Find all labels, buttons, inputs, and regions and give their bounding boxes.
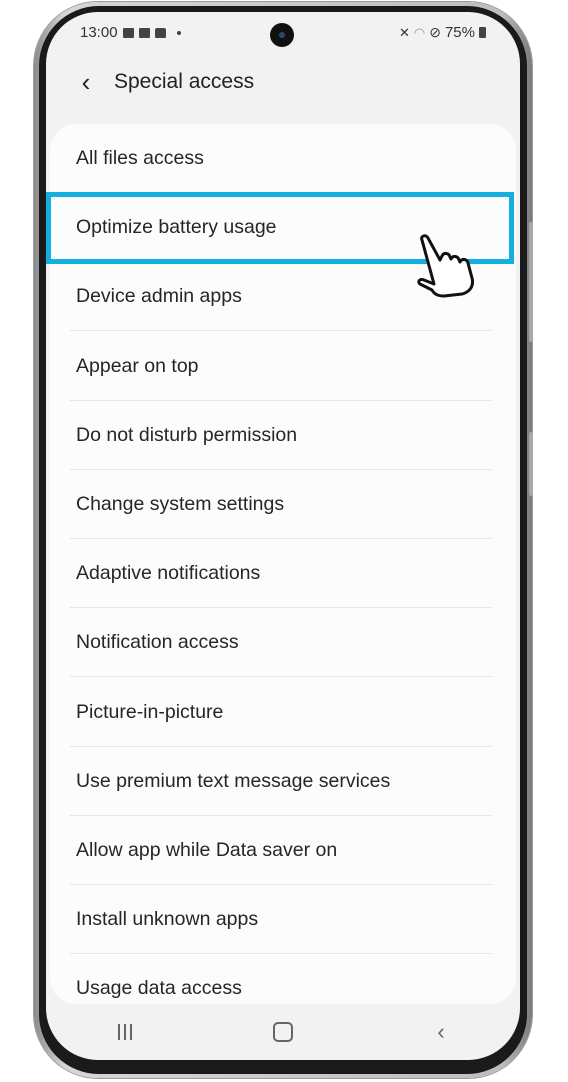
list-item-label: Change system settings [76, 493, 285, 515]
list-item[interactable]: All files access [50, 124, 516, 193]
list-item-label: Adaptive notifications [76, 562, 261, 585]
list-item[interactable]: Adaptive notifications [50, 539, 516, 609]
list-item[interactable]: Do not disturb permission [50, 401, 516, 470]
list-item[interactable]: Appear on top [50, 332, 516, 401]
list-item-label: All files access [76, 147, 204, 169]
list-item-label: Allow app while Data saver on [76, 839, 338, 861]
battery-icon [479, 27, 486, 38]
home-icon [273, 1022, 293, 1042]
wifi-icon: ◠ [413, 24, 426, 40]
list-item-label: Do not disturb permission [76, 423, 298, 446]
list-item-label: Usage data access [76, 977, 242, 1000]
recents-icon [118, 1024, 132, 1040]
list-item[interactable]: Allow app while Data saver on [50, 816, 516, 885]
list-item-label: Picture-in-picture [76, 700, 224, 723]
back-button[interactable]: ‹ [74, 67, 98, 97]
list-item[interactable]: Use premium text message services [50, 747, 516, 816]
status-bar: 13:00 ✕ ◠ ⊘ 75% [46, 12, 520, 56]
list-item-label: Use premium text message services [76, 769, 391, 792]
list-item[interactable]: Picture-in-picture [50, 678, 516, 747]
list-item[interactable]: Notification access [50, 608, 516, 678]
mute-icon: ✕ [398, 24, 410, 40]
do-not-disturb-icon: ⊘ [429, 24, 441, 40]
list-item-label: Device admin apps [76, 285, 242, 308]
page-title: Special access [114, 70, 255, 93]
hand-pointer-icon [417, 234, 474, 298]
bag-icon [154, 27, 166, 38]
nav-back-button[interactable]: ‹ [411, 1012, 471, 1052]
dot-icon [176, 30, 181, 35]
list-item[interactable]: Change system settings [50, 470, 516, 539]
battery-text: 75% [444, 24, 475, 41]
camera-cutout [270, 23, 294, 47]
message-icon [138, 27, 150, 38]
recents-button[interactable] [95, 1012, 155, 1052]
list-item-label: Notification access [76, 631, 239, 654]
list-item-label: Appear on top [76, 354, 199, 377]
status-time: 13:00 [80, 24, 118, 41]
list-item-label: Install unknown apps [76, 908, 259, 931]
volume-button [529, 222, 533, 342]
gallery-icon [122, 27, 134, 38]
power-button [529, 432, 533, 496]
list-item-label: Optimize battery usage [76, 216, 277, 239]
navigation-bar: ‹ [46, 1004, 520, 1060]
back-icon: ‹ [437, 1019, 445, 1044]
screen: 13:00 ✕ ◠ ⊘ 75% ‹ Special access All fil… [46, 12, 520, 1060]
chevron-left-icon: ‹ [81, 66, 91, 97]
list-item[interactable]: Install unknown apps [50, 885, 516, 955]
header: ‹ Special access [46, 62, 520, 102]
home-button[interactable] [253, 1012, 313, 1052]
